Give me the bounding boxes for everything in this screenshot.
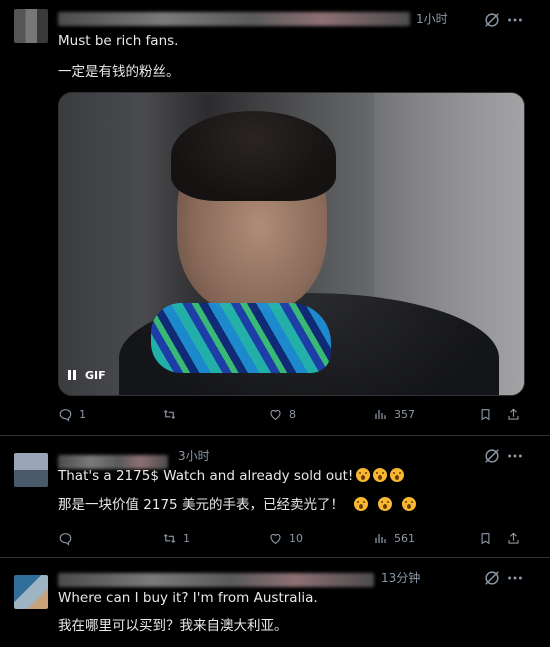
reply-post[interactable]: 13分钟 Where can I buy it? I'm from Austra… [0, 558, 550, 647]
grok-icon[interactable] [483, 447, 501, 465]
like-count: 10 [289, 531, 303, 545]
bookmark-button[interactable] [478, 404, 493, 424]
timestamp[interactable]: 13分钟 [381, 569, 420, 586]
reply-text-english-line: That's a 2175$ Watch and already sold ou… [58, 468, 405, 484]
repost-icon [163, 409, 176, 419]
gif-badge[interactable]: GIF [67, 365, 106, 385]
reply-text-english: Must be rich fans. [58, 33, 179, 49]
reply-button[interactable]: 1 [58, 404, 86, 424]
views-button[interactable]: 561 [373, 528, 415, 548]
share-button[interactable] [506, 528, 521, 548]
repost-button[interactable] [162, 404, 183, 424]
reply-icon [59, 532, 72, 546]
avatar[interactable] [14, 9, 48, 43]
share-icon [508, 407, 519, 420]
bookmark-button[interactable] [478, 528, 493, 548]
views-count: 561 [394, 531, 415, 545]
reply-text-chinese: 那是一块价值 2175 美元的手表，已经卖光了！ [58, 497, 344, 513]
astonished-emoji [390, 468, 405, 482]
gif-media[interactable]: GIF [58, 92, 525, 396]
timestamp[interactable]: 1小时 [416, 10, 448, 27]
timestamp[interactable]: 3小时 [178, 447, 210, 464]
views-icon [375, 409, 386, 419]
person-hair [171, 111, 336, 201]
repost-button[interactable]: 1 [162, 528, 190, 548]
more-icon[interactable] [506, 11, 524, 29]
bookmark-icon [481, 408, 490, 420]
reply-text-chinese: 我在哪里可以买到？我来自澳大利亚。 [58, 618, 288, 634]
views-count: 357 [394, 407, 415, 421]
reply-text-chinese-line: 那是一块价值 2175 美元的手表，已经卖光了！ [58, 493, 416, 513]
action-bar: 1 8 357 [58, 404, 528, 424]
reply-post[interactable]: 3小时 That's a 2175$ Watch and already sol… [0, 436, 550, 557]
action-bar: 1 10 561 [58, 528, 528, 548]
astonished-emoji [353, 497, 368, 511]
more-icon[interactable] [506, 447, 524, 465]
reply-text-english: That's a 2175$ Watch and already sold ou… [58, 468, 354, 484]
astonished-emoji [401, 497, 416, 511]
grok-icon[interactable] [483, 569, 501, 587]
avatar[interactable] [14, 575, 48, 609]
author-name-blurred [58, 12, 410, 26]
reply-text-chinese: 一定是有钱的粉丝。 [58, 64, 180, 80]
striped-scarf [151, 303, 331, 373]
reply-icon [59, 408, 72, 422]
like-icon [270, 409, 281, 420]
reply-feed: 1小时 Must be rich fans. 一定是有钱的粉丝。 GIF 1 8… [0, 0, 550, 647]
avatar[interactable] [14, 453, 48, 487]
grok-icon[interactable] [483, 11, 501, 29]
more-icon[interactable] [506, 569, 524, 587]
views-icon [375, 533, 386, 543]
repost-count: 1 [183, 531, 190, 545]
author-name-blurred [58, 573, 374, 587]
like-button[interactable]: 10 [268, 528, 303, 548]
astonished-emoji [377, 497, 392, 511]
astonished-emoji [356, 468, 371, 482]
pause-icon[interactable] [67, 370, 77, 380]
like-count: 8 [289, 407, 296, 421]
like-icon [270, 533, 281, 544]
bookmark-icon [481, 532, 490, 544]
reply-post[interactable]: 1小时 Must be rich fans. 一定是有钱的粉丝。 GIF 1 8… [0, 0, 550, 435]
gif-label: GIF [85, 368, 106, 382]
share-icon [508, 531, 519, 544]
repost-icon [163, 533, 176, 543]
author-name-blurred [58, 455, 168, 469]
share-button[interactable] [506, 404, 521, 424]
reply-count: 1 [79, 407, 86, 421]
reply-button[interactable] [58, 528, 79, 548]
like-button[interactable]: 8 [268, 404, 296, 424]
astonished-emoji [373, 468, 388, 482]
views-button[interactable]: 357 [373, 404, 415, 424]
reply-text-english: Where can I buy it? I'm from Australia. [58, 590, 318, 606]
